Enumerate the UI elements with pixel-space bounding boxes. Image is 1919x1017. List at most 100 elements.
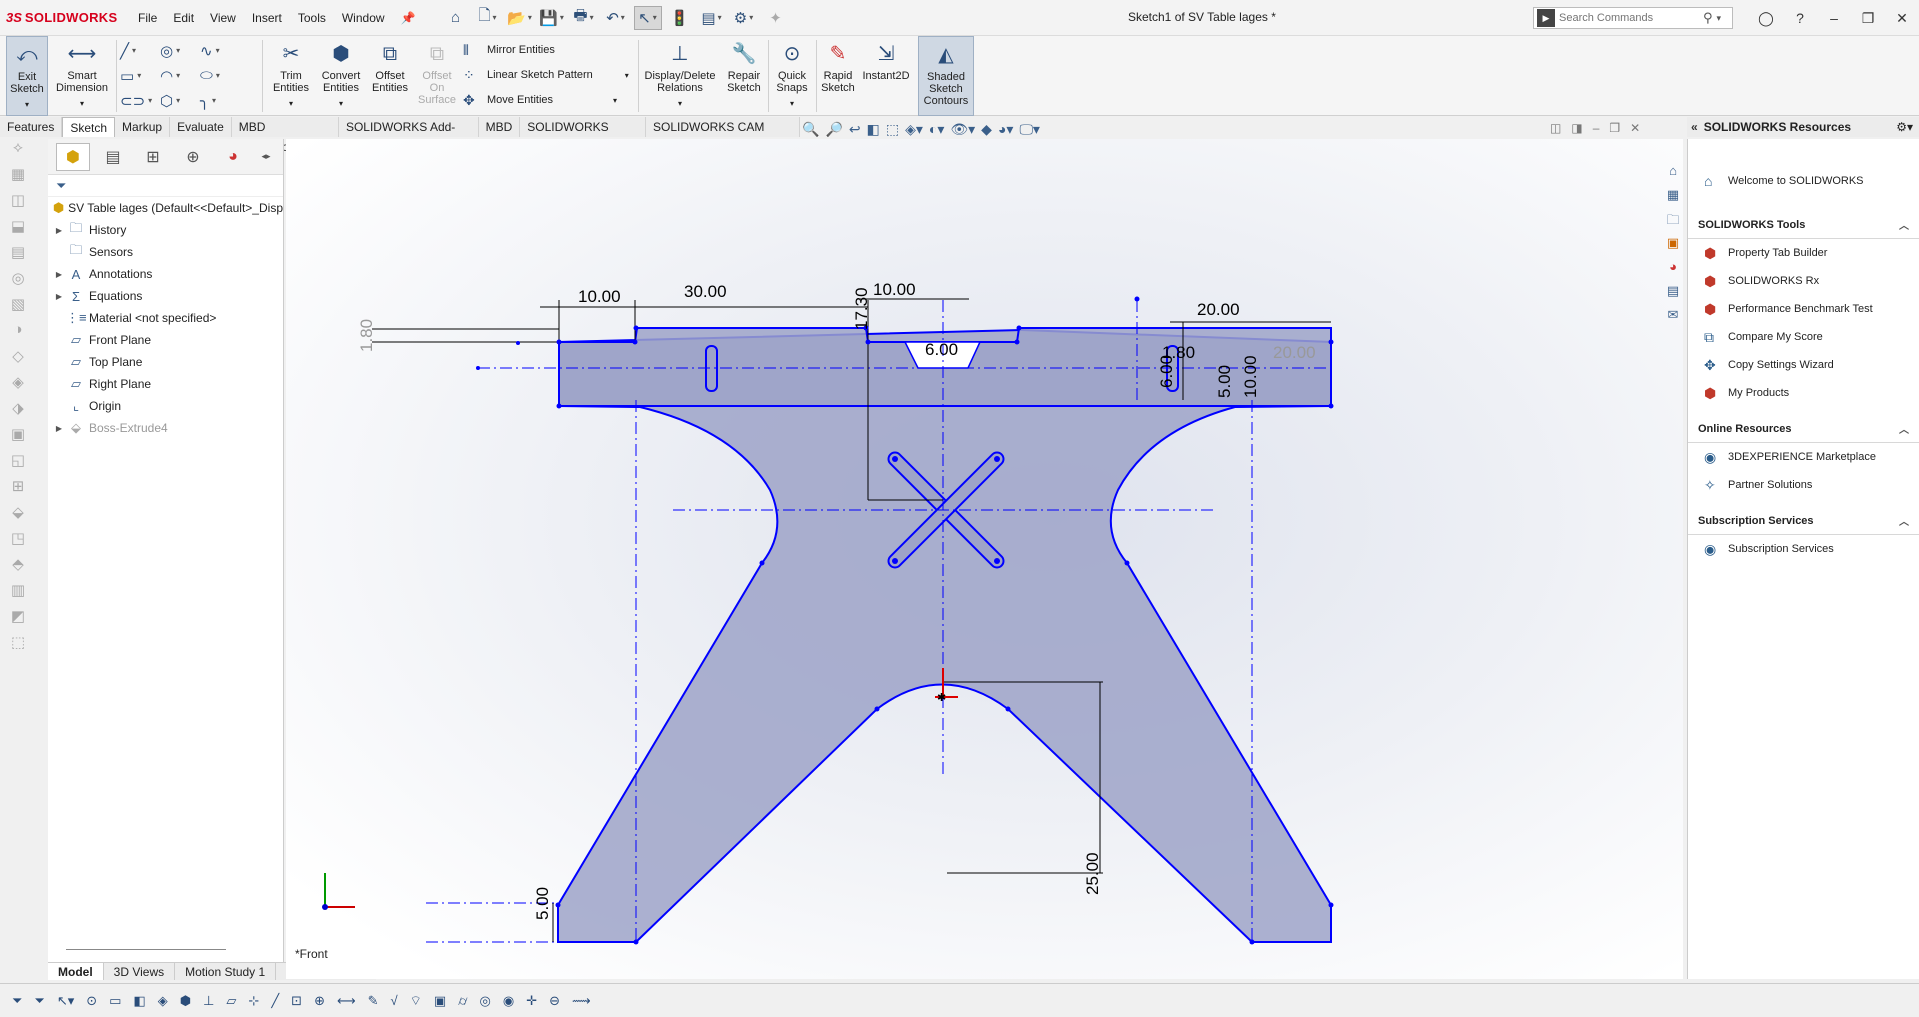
link-3dexperience-marketplace[interactable]: ◉ 3DEXPERIENCE Marketplace <box>1688 443 1919 471</box>
tab-scroll-icon[interactable]: ◂▸ <box>256 143 276 171</box>
ellipse-icon[interactable]: ⬭ ▾ <box>200 63 240 88</box>
dynamic-annotation-icon[interactable]: ⬚ <box>886 121 899 138</box>
filter-vertices-icon[interactable]: ⊙ <box>86 993 97 1009</box>
rectangle-icon[interactable]: ▭ ▾ <box>120 63 160 88</box>
filter-centerpoints-icon[interactable]: ⊕ <box>314 993 325 1009</box>
property-manager-tab-icon[interactable]: ▤ <box>96 143 130 171</box>
linear-sketch-pattern-button[interactable]: ⁘ Linear Sketch Pattern ▾ <box>463 63 629 87</box>
instant2d-button[interactable]: ⇲ Instant2D <box>860 36 912 116</box>
tab-mbd-dimensions[interactable]: MBD Dimensions <box>232 117 339 154</box>
tree-item-history[interactable]: ▶ 🗀 History <box>48 219 283 241</box>
display-style-icon[interactable]: ◐▾ <box>929 121 944 138</box>
view-orientation-icon[interactable]: ◈▾ <box>905 121 923 138</box>
dim-right-6[interactable]: 6.00 <box>1157 355 1176 388</box>
filter-solid-bodies-icon[interactable]: ⬢ <box>180 993 191 1009</box>
menu-window[interactable]: Window <box>334 11 393 25</box>
link-solidworks-rx[interactable]: ⬢ SOLIDWORKS Rx <box>1688 267 1919 295</box>
dim-top-left-10[interactable]: 10.00 <box>578 287 621 306</box>
dim-left-1-80[interactable]: 1.80 <box>357 319 376 352</box>
search-icon[interactable]: ⚲ <box>1703 10 1713 26</box>
zoom-to-area-icon[interactable]: 🔎 <box>825 121 842 138</box>
dim-notch-6[interactable]: 6.00 <box>925 340 958 359</box>
sketch-canvas[interactable]: ✱ 10.00 30.00 10.00 17.30 1.80 6.00 20.0… <box>286 139 1683 979</box>
filter-toggle-icon[interactable]: ⏷ <box>12 993 22 1009</box>
solidworks-logo[interactable]: 3S SOLIDWORKS <box>0 10 130 25</box>
collapse-task-pane-icon[interactable]: « <box>1691 120 1698 134</box>
menu-insert[interactable]: Insert <box>244 11 290 25</box>
link-property-tab-builder[interactable]: ⬢ Property Tab Builder <box>1688 239 1919 267</box>
section-online-resources[interactable]: Online Resources ︿ <box>1688 415 1919 443</box>
tree-item-equations[interactable]: ▶ Σ Equations <box>48 285 283 307</box>
tree-item-material[interactable]: ⋮≡ Material <not specified> <box>48 307 283 329</box>
rebuild-icon[interactable]: 🚦 <box>666 6 694 30</box>
line-icon[interactable]: ╱ ▾ <box>120 38 160 63</box>
filter-points-icon[interactable]: ⊹ <box>248 993 259 1009</box>
section-subscription-services[interactable]: Subscription Services ︿ <box>1688 507 1919 535</box>
filter-sketch-segments-icon[interactable]: ╱ <box>271 993 279 1009</box>
strip-tool-icon[interactable]: ◈ <box>0 373 36 399</box>
tab-markup[interactable]: Markup <box>115 117 171 137</box>
offset-on-surface-button[interactable]: ⧉ Offset On Surface <box>414 36 460 116</box>
open-icon[interactable]: 📂 ▾ <box>506 6 534 30</box>
configuration-manager-tab-icon[interactable]: ⊞ <box>136 143 170 171</box>
filter-icon[interactable]: ⏷ <box>48 175 283 197</box>
appearances-icon[interactable]: ◕ <box>1660 259 1686 283</box>
filter-edges-icon[interactable]: ▭ <box>109 993 121 1009</box>
strip-tool-icon[interactable]: ◫ <box>0 191 36 217</box>
dim-top-30[interactable]: 30.00 <box>684 282 727 301</box>
user-icon[interactable]: ◯ <box>1749 10 1783 27</box>
strip-tool-icon[interactable]: ⟡ <box>0 139 36 165</box>
tree-item-origin[interactable]: ⌞ Origin <box>48 395 283 417</box>
viewport-split-icon[interactable]: ◨ <box>1571 121 1582 135</box>
section-solidworks-tools[interactable]: SOLIDWORKS Tools ︿ <box>1688 211 1919 239</box>
tab-sketch[interactable]: Sketch <box>62 117 116 137</box>
filter-dowel-icon[interactable]: ⊖ <box>549 993 560 1009</box>
collapse-caret-icon[interactable]: ︿ <box>1899 513 1909 528</box>
dim-vertical-17-30[interactable]: 17.30 <box>852 287 871 330</box>
tab-model[interactable]: Model <box>48 963 104 980</box>
strip-tool-icon[interactable]: ⬙ <box>0 503 36 529</box>
dim-right-10[interactable]: 10.00 <box>1241 355 1260 398</box>
dim-right-20-ghost[interactable]: 20.00 <box>1273 343 1316 362</box>
repair-sketch-button[interactable]: 🔧 Repair Sketch <box>722 36 766 116</box>
welcome-link[interactable]: ⌂ Welcome to SOLIDWORKS <box>1688 167 1919 195</box>
convert-entities-button[interactable]: ⬢ Convert Entities ▾ <box>316 36 366 116</box>
link-my-products[interactable]: ⬢ My Products <box>1688 379 1919 407</box>
menu-view[interactable]: View <box>202 11 244 25</box>
shaded-sketch-contours-button[interactable]: ◭ Shaded Sketch Contours <box>918 36 974 116</box>
display-delete-relations-button[interactable]: ⊥ Display/Delete Relations ▾ <box>642 36 718 116</box>
link-partner-solutions[interactable]: ✧ Partner Solutions <box>1688 471 1919 499</box>
trim-entities-button[interactable]: ✂ Trim Entities ▾ <box>268 36 314 116</box>
strip-tool-icon[interactable]: ◱ <box>0 451 36 477</box>
file-properties-icon[interactable]: ▤ ▾ <box>698 6 726 30</box>
strip-tool-icon[interactable]: ◎ <box>0 269 36 295</box>
select-icon[interactable]: ↖ ▾ <box>633 5 662 30</box>
filter-gtol-icon[interactable]: ⌭ <box>458 993 467 1009</box>
strip-tool-icon[interactable]: ▣ <box>0 425 36 451</box>
dim-right-20[interactable]: 20.00 <box>1197 300 1240 319</box>
fillet-icon[interactable]: ╮ ▾ <box>200 88 240 113</box>
tab-evaluate[interactable]: Evaluate <box>170 117 232 137</box>
filter-midpoints-icon[interactable]: ⊡ <box>291 993 302 1009</box>
viewport-minimize-icon[interactable]: – <box>1593 121 1600 135</box>
task-pane-settings-icon[interactable]: ⚙▾ <box>1896 120 1913 134</box>
tree-item-sensors[interactable]: 🗀 Sensors <box>48 241 283 263</box>
feature-tree-tab-icon[interactable]: ⬢ <box>56 142 90 171</box>
link-subscription-services[interactable]: ◉ Subscription Services <box>1688 535 1919 563</box>
new-document-icon[interactable]: 🗋 ▾ <box>474 6 502 30</box>
tab-solidworks-add-ins[interactable]: SOLIDWORKS Add-Ins <box>339 117 479 154</box>
pin-icon[interactable]: 📌 <box>393 11 424 25</box>
tab-solidworks-cam[interactable]: SOLIDWORKS CAM <box>520 117 646 154</box>
tree-item-front-plane[interactable]: ▱ Front Plane <box>48 329 283 351</box>
move-entities-button[interactable]: ✥ Move Entities ▾ <box>463 88 617 112</box>
dim-top-center-10[interactable]: 10.00 <box>873 280 916 299</box>
dim-right-5[interactable]: 5.00 <box>1215 365 1234 398</box>
collapse-caret-icon[interactable]: ︿ <box>1899 421 1909 436</box>
strip-tool-icon[interactable]: ▧ <box>0 295 36 321</box>
tab-features[interactable]: Features <box>0 117 63 137</box>
strip-tool-icon[interactable]: ⊞ <box>0 477 36 503</box>
tab-motion-study-1[interactable]: Motion Study 1 <box>175 963 277 980</box>
arc-icon[interactable]: ◠ ▾ <box>160 63 200 88</box>
filter-center-marks-icon[interactable]: ✛ <box>526 993 537 1009</box>
print-icon[interactable]: 🖶 ▾ <box>570 6 598 30</box>
